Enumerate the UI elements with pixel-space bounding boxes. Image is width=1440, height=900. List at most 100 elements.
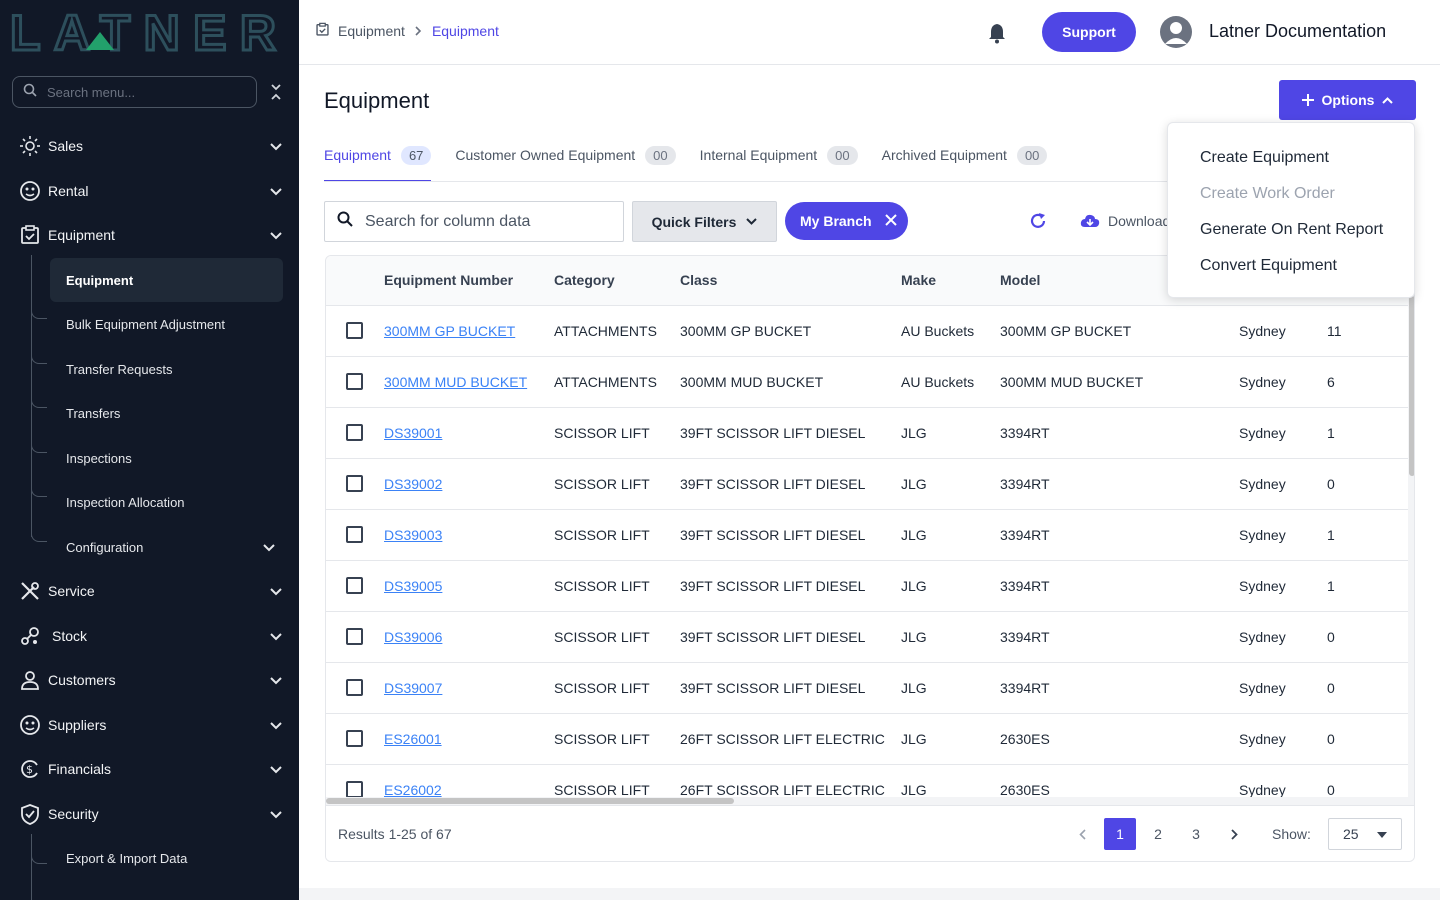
table-cell: 0 [1327, 713, 1408, 765]
sidebar-item-equipment[interactable]: Equipment [18, 215, 286, 255]
table-row[interactable]: 300MM MUD BUCKET ATTACHMENTS 300MM MUD BUC… [326, 356, 1408, 408]
sidebar-item-security[interactable]: Security [18, 794, 286, 834]
table-row[interactable]: DS39007 SCISSOR LIFT 39FT SCISSOR LIFT DIE… [326, 662, 1408, 714]
sidebar-subitem-inspection-allocation[interactable]: Inspection Allocation [50, 480, 283, 524]
equipment-number-link[interactable]: ES26002 [384, 782, 442, 798]
cell-value: 2630ES [1000, 730, 1050, 747]
breadcrumb-item[interactable]: Equipment [338, 23, 405, 39]
collapse-sidebar-icon[interactable] [268, 82, 284, 102]
row-checkbox[interactable] [346, 679, 363, 696]
equipment-number-link[interactable]: DS39003 [384, 527, 442, 543]
equipment-number-link[interactable]: 300MM GP BUCKET [384, 323, 515, 339]
refresh-icon[interactable] [1029, 212, 1047, 235]
table-search[interactable] [324, 201, 624, 242]
row-checkbox[interactable] [346, 781, 363, 798]
menu-item-generate-on-rent-report[interactable]: Generate On Rent Report [1200, 221, 1383, 239]
sidebar-subitem-export-import-data[interactable]: Export & Import Data [50, 836, 283, 880]
table-cell: Sydney [1239, 458, 1327, 510]
tab-customer-owned-equipment[interactable]: Customer Owned Equipment 00 [455, 129, 676, 181]
download-button[interactable]: Download [1080, 213, 1170, 229]
equipment-number-link[interactable]: 300MM MUD BUCKET [384, 374, 527, 390]
table-row[interactable]: DS39001 SCISSOR LIFT 39FT SCISSOR LIFT DIE… [326, 407, 1408, 459]
page-2-button[interactable]: 2 [1142, 818, 1174, 850]
prev-page-icon[interactable] [1066, 818, 1098, 850]
table-row[interactable]: 300MM GP BUCKET ATTACHMENTS 300MM GP BUCKE… [326, 305, 1408, 357]
sidebar-item-suppliers[interactable]: Suppliers [18, 705, 286, 745]
latner-logo[interactable]: LATNER [10, 10, 280, 54]
sidebar-item-stock[interactable]: Stock [18, 616, 286, 656]
column-header[interactable]: Make [901, 256, 1000, 306]
column-header[interactable]: Class [680, 256, 901, 306]
equipment-number-link[interactable]: DS39002 [384, 476, 442, 492]
tab-equipment[interactable]: Equipment 67 [324, 129, 432, 182]
table-cell: SCISSOR LIFT [554, 611, 680, 663]
bell-icon[interactable] [987, 22, 1007, 49]
scrollbar-thumb[interactable] [326, 798, 734, 804]
quick-filters-button[interactable]: Quick Filters [632, 201, 777, 242]
equipment-number-link[interactable]: DS39005 [384, 578, 442, 594]
sidebar-subitem-equipment[interactable]: Equipment [50, 258, 283, 302]
table-row[interactable]: DS39005 SCISSOR LIFT 39FT SCISSOR LIFT DIE… [326, 560, 1408, 612]
row-select-cell [326, 560, 384, 612]
row-checkbox[interactable] [346, 424, 363, 441]
column-header[interactable]: Category [554, 256, 680, 306]
page-1-button[interactable]: 1 [1104, 818, 1136, 850]
equipment-number-link[interactable]: DS39007 [384, 680, 442, 696]
page-3-button[interactable]: 3 [1180, 818, 1212, 850]
user-name[interactable]: Latner Documentation [1209, 21, 1386, 42]
options-button[interactable]: Options [1279, 80, 1416, 120]
cell-value: 3394RT [1000, 577, 1050, 594]
column-header[interactable]: Equipment Number [384, 256, 554, 306]
equipment-number-link[interactable]: ES26001 [384, 731, 442, 747]
menu-search[interactable] [12, 76, 257, 108]
sidebar-subitem-transfer-requests[interactable]: Transfer Requests [50, 347, 283, 391]
table-row[interactable]: DS39006 SCISSOR LIFT 39FT SCISSOR LIFT DIE… [326, 611, 1408, 663]
sidebar-item-rental[interactable]: Rental [18, 171, 286, 211]
cell-value: 3394RT [1000, 679, 1050, 696]
row-checkbox[interactable] [346, 373, 363, 390]
tab-internal-equipment[interactable]: Internal Equipment 00 [700, 129, 858, 181]
table-row[interactable]: DS39002 SCISSOR LIFT 39FT SCISSOR LIFT DIE… [326, 458, 1408, 510]
cell-value: JLG [901, 781, 927, 798]
cell-value: JLG [901, 628, 927, 645]
table-cell: 1 [1327, 509, 1408, 561]
vertical-scrollbar[interactable] [1408, 256, 1414, 805]
sidebar-subitem-inspections[interactable]: Inspections [50, 436, 283, 480]
sidebar-subitem-transfers[interactable]: Transfers [50, 391, 283, 435]
equipment-number-link[interactable]: DS39006 [384, 629, 442, 645]
sidebar-item-financials[interactable]: $ Financials [18, 749, 286, 789]
table-row[interactable]: DS39003 SCISSOR LIFT 39FT SCISSOR LIFT DIE… [326, 509, 1408, 561]
horizontal-scrollbar[interactable] [326, 797, 1408, 805]
menu-item-convert-equipment[interactable]: Convert Equipment [1200, 257, 1337, 275]
sidebar-subitem-bulk-equipment-adjustment[interactable]: Bulk Equipment Adjustment [50, 302, 283, 346]
row-checkbox[interactable] [346, 730, 363, 747]
row-checkbox[interactable] [346, 526, 363, 543]
table-row[interactable]: ES26001 SCISSOR LIFT 26FT SCISSOR LIFT ELE… [326, 713, 1408, 765]
menu-search-input[interactable] [47, 84, 237, 100]
sidebar-subitem-configuration[interactable]: Configuration [50, 525, 283, 569]
close-icon[interactable] [884, 213, 898, 230]
sidebar-item-service[interactable]: Service [18, 571, 286, 611]
avatar[interactable] [1160, 16, 1192, 48]
table-cell: 300MM GP BUCKET [680, 305, 901, 357]
scrollbar-thumb[interactable] [1409, 296, 1414, 476]
table-search-input[interactable] [365, 212, 605, 231]
chevron-down-icon [270, 138, 282, 154]
sidebar-item-customers[interactable]: Customers [18, 660, 286, 700]
cell-value: SCISSOR LIFT [554, 424, 650, 441]
next-page-icon[interactable] [1218, 818, 1250, 850]
row-checkbox[interactable] [346, 628, 363, 645]
chevron-right-icon [415, 23, 422, 39]
row-checkbox[interactable] [346, 322, 363, 339]
row-checkbox[interactable] [346, 577, 363, 594]
sidebar-item-sales[interactable]: Sales [18, 126, 286, 166]
equipment-number-link[interactable]: DS39001 [384, 425, 442, 441]
tab-archived-equipment[interactable]: Archived Equipment 00 [882, 129, 1048, 181]
page-size-select[interactable]: 25 [1328, 818, 1402, 850]
menu-item-create-equipment[interactable]: Create Equipment [1200, 149, 1329, 167]
support-button[interactable]: Support [1042, 12, 1136, 52]
table-cell: Sydney [1239, 305, 1327, 357]
row-checkbox[interactable] [346, 475, 363, 492]
filter-chip-my-branch[interactable]: My Branch [785, 202, 908, 240]
sidebar-subitem-label: Transfer Requests [66, 361, 173, 377]
